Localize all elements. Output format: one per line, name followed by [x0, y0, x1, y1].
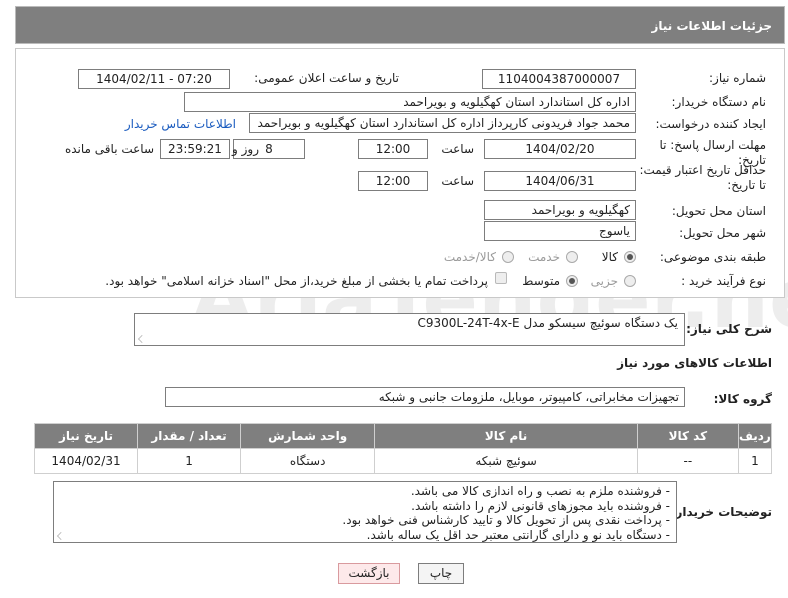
- buyer-org-label: نام دستگاه خریدار:: [671, 95, 767, 109]
- col-name: نام کالا: [374, 423, 638, 449]
- need-number-field: 1104004387000007: [482, 69, 636, 89]
- days-label: روز و: [232, 142, 259, 156]
- table-row: 1 -- سوئیچ شبکه دستگاه 1 1404/02/31: [33, 448, 773, 474]
- process-radio-medium[interactable]: [566, 275, 578, 287]
- delivery-province-field: کهگیلویه و بویراحمد: [484, 200, 636, 220]
- remaining-time-field: 23:59:21: [160, 139, 230, 159]
- delivery-city-label: شهر محل تحویل:: [679, 226, 766, 240]
- description-text: یک دستگاه سوئیچ سیسکو مدل C9300L-24T-4x-…: [417, 316, 678, 330]
- goods-table-header: ردیف کد کالا نام کالا واحد شمارش تعداد /…: [33, 423, 773, 449]
- col-date: تاریخ نیاز: [33, 423, 139, 449]
- goods-group-label: گروه کالا:: [713, 392, 772, 406]
- back-button[interactable]: بازگشت: [338, 563, 400, 584]
- process-option-minor: جزیی: [590, 274, 618, 288]
- print-button[interactable]: چاپ: [418, 563, 464, 584]
- process-label: نوع فرآیند خرید :: [681, 274, 766, 288]
- validity-label: حداقل تاریخ اعتبار قیمت: تا تاریخ:: [639, 163, 766, 192]
- goods-group-field: تجهیزات مخابراتی، کامپیوتر، موبایل، ملزو…: [165, 387, 685, 407]
- note-line: - پرداخت نقدی پس از تحویل کالا و تایید ک…: [342, 513, 670, 528]
- cell-code: --: [636, 448, 739, 474]
- process-radio-minor[interactable]: [624, 275, 636, 287]
- goods-table: ردیف کد کالا نام کالا واحد شمارش تعداد /…: [33, 423, 773, 474]
- resize-handle-icon[interactable]: [138, 335, 146, 343]
- col-code: کد کالا: [636, 423, 739, 449]
- cell-unit: دستگاه: [240, 448, 376, 474]
- reply-time-field: 12:00: [358, 139, 428, 159]
- cell-qty: 1: [137, 448, 242, 474]
- category-option-goods: کالا: [601, 250, 618, 264]
- cell-name: سوئیچ شبکه: [374, 448, 638, 474]
- validity-time-field: 12:00: [358, 171, 428, 191]
- need-number-label: شماره نیاز:: [709, 71, 766, 85]
- remaining-label: ساعت باقی مانده: [64, 142, 154, 156]
- cell-row: 1: [737, 448, 773, 474]
- category-radio-service[interactable]: [566, 251, 578, 263]
- buyer-contact-link[interactable]: اطلاعات تماس خریدار: [125, 117, 236, 131]
- note-line: - فروشنده باید مجوزهای قانونی لازم را دا…: [411, 498, 670, 513]
- category-radio-both[interactable]: [502, 251, 514, 263]
- reply-time-label: ساعت: [441, 142, 474, 156]
- page-header: جزئیات اطلاعات نیاز: [15, 6, 785, 44]
- requester-label: ایجاد کننده درخواست:: [655, 117, 766, 131]
- reply-date-field: 1404/02/20: [484, 139, 636, 159]
- process-option-medium: متوسط: [522, 274, 560, 288]
- col-unit: واحد شمارش: [240, 423, 376, 449]
- details-panel: شماره نیاز: 1104004387000007 تاریخ و ساع…: [15, 48, 785, 298]
- requester-field: محمد جواد فریدونی کارپرداز اداره کل استا…: [249, 113, 636, 133]
- description-label: شرح کلی نیاز:: [686, 322, 772, 336]
- col-qty: تعداد / مقدار: [137, 423, 242, 449]
- delivery-province-label: استان محل تحویل:: [671, 204, 766, 218]
- announce-label: تاریخ و ساعت اعلان عمومی:: [254, 71, 399, 85]
- delivery-city-field: یاسوج: [484, 221, 636, 241]
- announce-datetime-field: 1404/02/11 - 07:20: [78, 69, 230, 89]
- buyer-notes-label: توضیحات خریدار:: [670, 505, 772, 519]
- col-row: ردیف: [737, 423, 773, 449]
- note-line: - دستگاه باید نو و دارای گارانتی معتبر ح…: [366, 527, 670, 542]
- treasury-payment-note: پرداخت تمام یا بخشی از مبلغ خرید،از محل …: [105, 274, 488, 288]
- goods-section-title: اطلاعات کالاهای مورد نیاز: [617, 356, 772, 370]
- note-line: - فروشنده ملزم به نصب و راه اندازی کالا …: [410, 484, 670, 498]
- buyer-notes-textarea: - فروشنده ملزم به نصب و راه اندازی کالا …: [53, 481, 677, 543]
- cell-date: 1404/02/31: [33, 448, 139, 474]
- category-option-both: کالا/خدمت: [443, 250, 496, 264]
- category-option-service: خدمت: [528, 250, 560, 264]
- category-radio-goods[interactable]: [624, 251, 636, 263]
- category-label: طبقه بندی موضوعی:: [659, 250, 766, 264]
- treasury-payment-checkbox[interactable]: [495, 272, 507, 284]
- validity-date-field: 1404/06/31: [484, 171, 636, 191]
- page-title: جزئیات اطلاعات نیاز: [651, 19, 772, 33]
- description-textarea: یک دستگاه سوئیچ سیسکو مدل C9300L-24T-4x-…: [134, 313, 685, 346]
- buyer-org-field: اداره کل استاندارد استان کهگیلویه و بویر…: [184, 92, 636, 112]
- validity-time-label: ساعت: [441, 174, 474, 188]
